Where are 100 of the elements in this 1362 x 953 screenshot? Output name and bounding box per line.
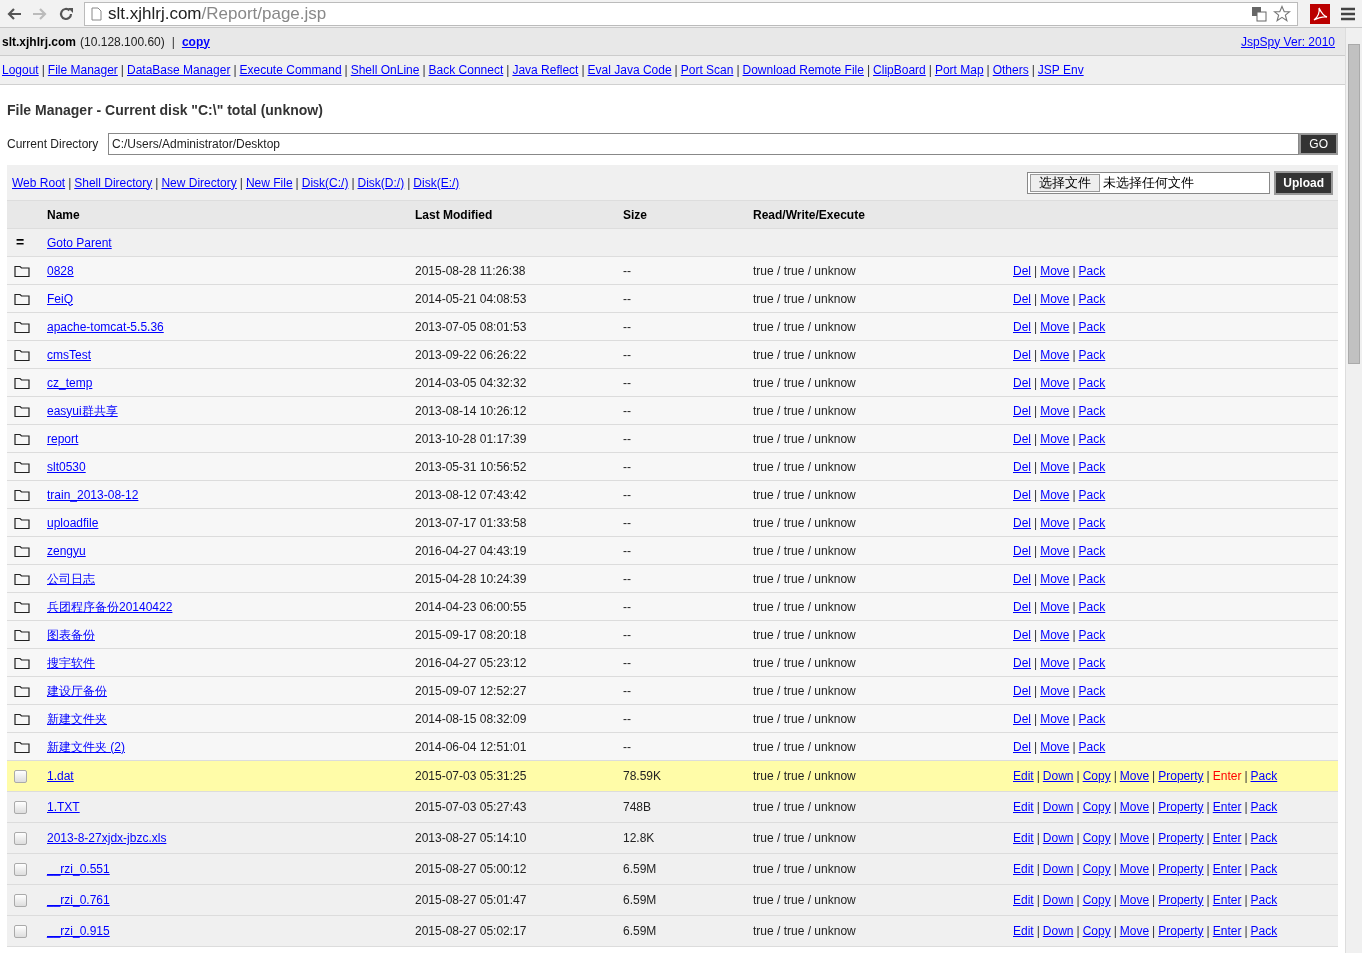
star-icon[interactable] <box>1273 4 1291 23</box>
action-link[interactable]: Pack <box>1078 429 1106 448</box>
action-link[interactable]: Edit <box>1013 860 1034 878</box>
action-link[interactable]: Enter <box>1212 829 1242 847</box>
file-name-link[interactable]: 0828 <box>47 263 74 278</box>
nav-link[interactable]: Shell OnLine <box>350 61 420 79</box>
checkbox[interactable] <box>14 862 27 876</box>
nav-link[interactable]: Port Scan <box>680 61 734 79</box>
action-link[interactable]: Move <box>1040 653 1070 672</box>
action-link[interactable]: Pack <box>1078 261 1106 280</box>
action-link[interactable]: Copy <box>1082 891 1111 909</box>
action-link[interactable]: Del <box>1013 513 1031 532</box>
action-link[interactable]: Edit <box>1013 922 1034 940</box>
action-link[interactable]: Move <box>1040 597 1070 616</box>
action-link[interactable]: Pack <box>1250 891 1278 909</box>
file-name-link[interactable]: apache-tomcat-5.5.36 <box>47 319 164 334</box>
action-link[interactable]: Pack <box>1078 317 1106 336</box>
file-name-link[interactable]: __rzi_0.915 <box>47 924 110 938</box>
choose-file-button[interactable]: 选择文件 <box>1030 173 1101 192</box>
action-link[interactable]: Del <box>1013 317 1031 336</box>
file-name-link[interactable]: 搜宇软件 <box>47 655 95 670</box>
action-link[interactable]: Copy <box>1082 922 1111 940</box>
action-link[interactable]: Del <box>1013 485 1031 504</box>
toolbar-link[interactable]: Disk(C:/) <box>301 173 349 192</box>
nav-link[interactable]: Others <box>992 61 1029 79</box>
action-link[interactable]: Move <box>1119 891 1150 909</box>
file-name-link[interactable]: easyui群共享 <box>47 403 118 418</box>
action-link[interactable]: Move <box>1040 737 1070 756</box>
action-link[interactable]: Property <box>1158 891 1204 909</box>
action-link[interactable]: Del <box>1013 569 1031 588</box>
go-button[interactable]: GO <box>1299 133 1338 155</box>
toolbar-link[interactable]: Web Root <box>12 173 66 192</box>
action-link[interactable]: Pack <box>1078 709 1106 728</box>
action-link[interactable]: Move <box>1040 401 1070 420</box>
action-link[interactable]: Del <box>1013 401 1031 420</box>
action-link[interactable]: Down <box>1042 829 1074 847</box>
action-link[interactable]: Property <box>1158 922 1204 940</box>
nav-link[interactable]: Java Reflect <box>512 61 579 79</box>
action-link[interactable]: Copy <box>1082 860 1111 878</box>
action-link[interactable]: Enter <box>1212 891 1242 909</box>
action-link[interactable]: Down <box>1042 798 1074 816</box>
action-link[interactable]: Del <box>1013 345 1031 364</box>
file-name-link[interactable]: __rzi_0.551 <box>47 862 110 876</box>
file-name-link[interactable]: slt0530 <box>47 459 86 474</box>
file-name-link[interactable]: __rzi_0.761 <box>47 893 110 907</box>
action-link[interactable]: Down <box>1042 922 1074 940</box>
action-link[interactable]: Del <box>1013 653 1031 672</box>
translate-icon[interactable] <box>1251 5 1267 22</box>
toolbar-link[interactable]: Disk(E:/) <box>413 173 460 192</box>
file-name-link[interactable]: 1.TXT <box>47 800 80 814</box>
file-name-link[interactable]: cmsTest <box>47 347 91 362</box>
action-link[interactable]: Del <box>1013 373 1031 392</box>
toolbar-link[interactable]: Disk(D:/) <box>357 173 405 192</box>
action-link[interactable]: Enter <box>1212 922 1242 940</box>
action-link[interactable]: Pack <box>1250 860 1278 878</box>
action-link[interactable]: Move <box>1119 798 1150 816</box>
nav-link[interactable]: ClipBoard <box>873 61 926 79</box>
action-link[interactable]: Del <box>1013 597 1031 616</box>
scrollbar[interactable] <box>1345 28 1362 953</box>
action-link[interactable]: Copy <box>1082 829 1111 847</box>
file-name-link[interactable]: 新建文件夹 <box>47 711 107 726</box>
action-link[interactable]: Edit <box>1013 891 1034 909</box>
action-link[interactable]: Del <box>1013 625 1031 644</box>
action-link[interactable]: Pack <box>1078 653 1106 672</box>
action-link[interactable]: Pack <box>1250 767 1278 785</box>
action-link[interactable]: Move <box>1040 541 1070 560</box>
action-link[interactable]: Pack <box>1078 289 1106 308</box>
toolbar-link[interactable]: New File <box>245 173 293 192</box>
action-link[interactable]: Enter <box>1212 798 1242 816</box>
file-name-link[interactable]: cz_temp <box>47 375 93 390</box>
action-link[interactable]: Pack <box>1078 373 1106 392</box>
file-name-link[interactable]: 公司日志 <box>47 571 95 586</box>
action-link[interactable]: Property <box>1158 860 1204 878</box>
action-link[interactable]: Pack <box>1250 798 1278 816</box>
file-name-link[interactable]: 1.dat <box>47 769 74 783</box>
nav-link[interactable]: Port Map <box>934 61 984 79</box>
action-link[interactable]: Pack <box>1078 485 1106 504</box>
action-link[interactable]: Move <box>1040 569 1070 588</box>
action-link[interactable]: Pack <box>1078 513 1106 532</box>
action-link[interactable]: Move <box>1119 767 1150 785</box>
back-icon[interactable] <box>6 6 22 21</box>
file-name-link[interactable]: 兵团程序备份20140422 <box>47 599 173 614</box>
action-link[interactable]: Move <box>1040 261 1070 280</box>
action-link[interactable]: Down <box>1042 891 1074 909</box>
action-link[interactable]: Pack <box>1250 922 1278 940</box>
action-link[interactable]: Move <box>1040 513 1070 532</box>
copy-link[interactable]: copy <box>181 32 210 51</box>
action-link[interactable]: Down <box>1042 860 1074 878</box>
action-link[interactable]: Pack <box>1078 625 1106 644</box>
action-link[interactable]: Copy <box>1082 767 1111 785</box>
action-link[interactable]: Move <box>1040 317 1070 336</box>
checkbox[interactable] <box>14 800 27 814</box>
file-name-link[interactable]: uploadfile <box>47 515 99 530</box>
goto-parent-link[interactable]: Goto Parent <box>47 233 112 252</box>
version-link[interactable]: JspSpy Ver: 2010 <box>1240 32 1335 51</box>
checkbox[interactable] <box>14 769 27 783</box>
file-name-link[interactable]: 2013-8-27xjdx-jbzc.xls <box>47 831 167 845</box>
action-link[interactable]: Pack <box>1078 345 1106 364</box>
action-link[interactable]: Move <box>1040 429 1070 448</box>
checkbox[interactable] <box>14 924 27 938</box>
